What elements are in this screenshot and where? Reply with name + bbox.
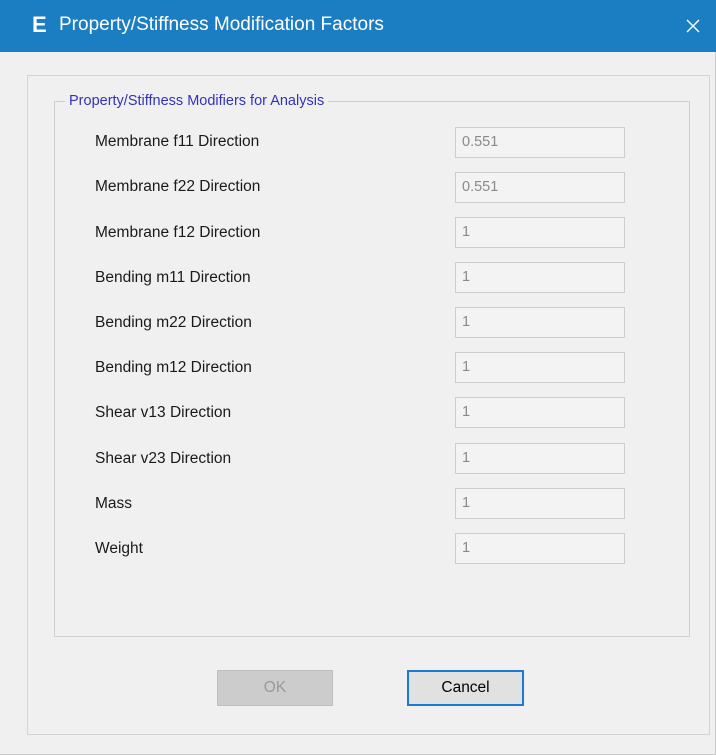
label-shear-v13: Shear v13 Direction	[95, 404, 232, 421]
label-bending-m22: Bending m22 Direction	[95, 314, 252, 331]
input-membrane-f12[interactable]: 1	[455, 217, 625, 248]
dialog-window: E Property/Stiffness Modification Factor…	[0, 0, 716, 755]
input-bending-m12[interactable]: 1	[455, 352, 625, 383]
cancel-button[interactable]: Cancel	[407, 670, 524, 706]
input-membrane-f11[interactable]: 0.551	[455, 127, 625, 158]
input-membrane-f22[interactable]: 0.551	[455, 172, 625, 203]
label-membrane-f22: Membrane f22 Direction	[95, 178, 261, 195]
app-logo-icon: E	[32, 12, 47, 37]
label-shear-v23: Shear v23 Direction	[95, 450, 232, 467]
label-membrane-f11: Membrane f11 Direction	[95, 133, 260, 150]
window-title: Property/Stiffness Modification Factors	[59, 14, 384, 35]
input-weight[interactable]: 1	[455, 533, 625, 564]
close-icon	[686, 19, 700, 33]
input-bending-m11[interactable]: 1	[455, 262, 625, 293]
title-bar[interactable]: E Property/Stiffness Modification Factor…	[0, 0, 716, 52]
input-shear-v23[interactable]: 1	[455, 443, 625, 474]
label-membrane-f12: Membrane f12 Direction	[95, 224, 261, 241]
input-shear-v13[interactable]: 1	[455, 397, 625, 428]
input-mass[interactable]: 1	[455, 488, 625, 519]
input-bending-m22[interactable]: 1	[455, 307, 625, 338]
ok-button[interactable]: OK	[217, 670, 333, 706]
groupbox-title: Property/Stiffness Modifiers for Analysi…	[65, 92, 329, 110]
label-bending-m12: Bending m12 Direction	[95, 359, 252, 376]
label-mass: Mass	[95, 495, 133, 512]
close-button[interactable]	[670, 0, 716, 52]
label-bending-m11: Bending m11 Direction	[95, 269, 251, 286]
label-weight: Weight	[95, 540, 143, 557]
